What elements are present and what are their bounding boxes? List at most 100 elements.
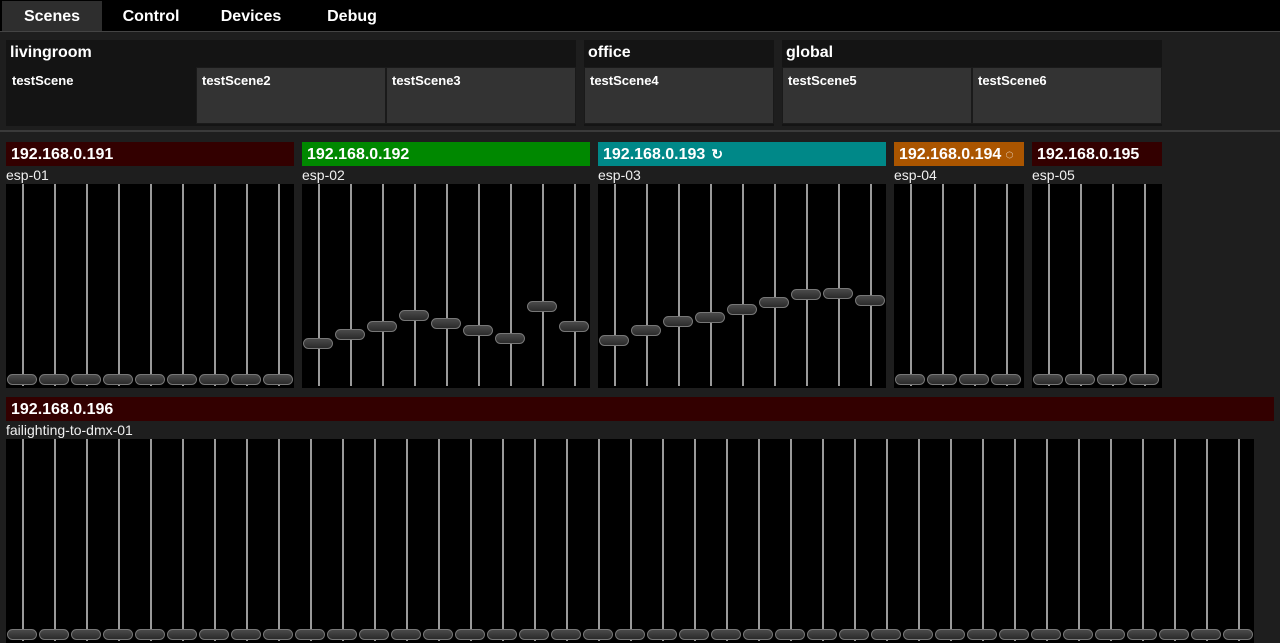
scene-button[interactable]: testScene3 <box>386 67 576 124</box>
fader-knob[interactable] <box>263 374 293 385</box>
channel-fader[interactable] <box>359 439 389 643</box>
fader-knob[interactable] <box>39 629 69 640</box>
fader-knob[interactable] <box>679 629 709 640</box>
fader-knob[interactable] <box>455 629 485 640</box>
channel-fader[interactable] <box>791 184 821 388</box>
fader-knob[interactable] <box>1033 374 1063 385</box>
fader-knob[interactable] <box>431 317 461 329</box>
channel-fader[interactable] <box>599 184 629 388</box>
fader-knob[interactable] <box>71 629 101 640</box>
channel-fader[interactable] <box>391 439 421 643</box>
fader-knob[interactable] <box>135 629 165 640</box>
fader-knob[interactable] <box>647 629 677 640</box>
channel-fader[interactable] <box>551 439 581 643</box>
fader-knob[interactable] <box>1063 629 1093 640</box>
fader-knob[interactable] <box>935 629 965 640</box>
scene-button[interactable]: testScene5 <box>782 67 972 124</box>
fader-knob[interactable] <box>519 629 549 640</box>
channel-fader[interactable] <box>1031 439 1061 643</box>
fader-knob[interactable] <box>1129 374 1159 385</box>
channel-fader[interactable] <box>455 439 485 643</box>
fader-knob[interactable] <box>855 295 885 307</box>
fader-knob[interactable] <box>1097 374 1127 385</box>
fader-knob[interactable] <box>199 374 229 385</box>
fader-knob[interactable] <box>895 374 925 385</box>
fader-knob[interactable] <box>615 629 645 640</box>
fader-knob[interactable] <box>487 629 517 640</box>
channel-fader[interactable] <box>423 439 453 643</box>
fader-knob[interactable] <box>743 629 773 640</box>
channel-fader[interactable] <box>823 184 853 388</box>
channel-fader[interactable] <box>1065 184 1095 388</box>
channel-fader[interactable] <box>199 184 229 388</box>
channel-fader[interactable] <box>495 184 525 388</box>
fader-knob[interactable] <box>39 374 69 385</box>
channel-fader[interactable] <box>711 439 741 643</box>
fader-knob[interactable] <box>959 374 989 385</box>
channel-fader[interactable] <box>903 439 933 643</box>
fader-knob[interactable] <box>823 287 853 299</box>
channel-fader[interactable] <box>167 184 197 388</box>
fader-knob[interactable] <box>359 629 389 640</box>
channel-fader[interactable] <box>71 439 101 643</box>
channel-fader[interactable] <box>615 439 645 643</box>
channel-fader[interactable] <box>679 439 709 643</box>
scene-button[interactable]: testScene <box>6 67 196 124</box>
channel-fader[interactable] <box>647 439 677 643</box>
channel-fader[interactable] <box>1095 439 1125 643</box>
fader-knob[interactable] <box>1095 629 1125 640</box>
fader-knob[interactable] <box>399 310 429 322</box>
scene-button[interactable]: testScene4 <box>584 67 774 124</box>
fader-knob[interactable] <box>1065 374 1095 385</box>
fader-knob[interactable] <box>927 374 957 385</box>
channel-fader[interactable] <box>519 439 549 643</box>
fader-knob[interactable] <box>463 325 493 337</box>
fader-knob[interactable] <box>231 374 261 385</box>
channel-fader[interactable] <box>695 184 725 388</box>
channel-fader[interactable] <box>775 439 805 643</box>
fader-knob[interactable] <box>135 374 165 385</box>
channel-fader[interactable] <box>527 184 557 388</box>
scene-button[interactable]: testScene6 <box>972 67 1162 124</box>
fader-knob[interactable] <box>7 629 37 640</box>
channel-fader[interactable] <box>167 439 197 643</box>
fader-knob[interactable] <box>1159 629 1189 640</box>
fader-knob[interactable] <box>303 338 333 350</box>
channel-fader[interactable] <box>103 439 133 643</box>
channel-fader[interactable] <box>959 184 989 388</box>
fader-knob[interactable] <box>423 629 453 640</box>
channel-fader[interactable] <box>303 184 333 388</box>
channel-fader[interactable] <box>327 439 357 643</box>
tab-control[interactable]: Control <box>102 1 200 31</box>
fader-knob[interactable] <box>759 296 789 308</box>
channel-fader[interactable] <box>135 184 165 388</box>
fader-knob[interactable] <box>871 629 901 640</box>
fader-knob[interactable] <box>599 334 629 346</box>
fader-knob[interactable] <box>695 311 725 323</box>
channel-fader[interactable] <box>367 184 397 388</box>
fader-knob[interactable] <box>103 629 133 640</box>
channel-fader[interactable] <box>743 439 773 643</box>
fader-knob[interactable] <box>551 629 581 640</box>
scene-button[interactable]: testScene2 <box>196 67 386 124</box>
fader-knob[interactable] <box>71 374 101 385</box>
fader-knob[interactable] <box>231 629 261 640</box>
channel-fader[interactable] <box>39 184 69 388</box>
fader-knob[interactable] <box>167 374 197 385</box>
channel-fader[interactable] <box>1033 184 1063 388</box>
channel-fader[interactable] <box>663 184 693 388</box>
channel-fader[interactable] <box>1159 439 1189 643</box>
fader-knob[interactable] <box>903 629 933 640</box>
channel-fader[interactable] <box>463 184 493 388</box>
fader-knob[interactable] <box>391 629 421 640</box>
fader-knob[interactable] <box>583 629 613 640</box>
fader-knob[interactable] <box>495 332 525 344</box>
fader-knob[interactable] <box>991 374 1021 385</box>
channel-fader[interactable] <box>71 184 101 388</box>
tab-debug[interactable]: Debug <box>302 1 402 31</box>
channel-fader[interactable] <box>807 439 837 643</box>
fader-knob[interactable] <box>839 629 869 640</box>
fader-knob[interactable] <box>103 374 133 385</box>
channel-fader[interactable] <box>999 439 1029 643</box>
fader-knob[interactable] <box>263 629 293 640</box>
